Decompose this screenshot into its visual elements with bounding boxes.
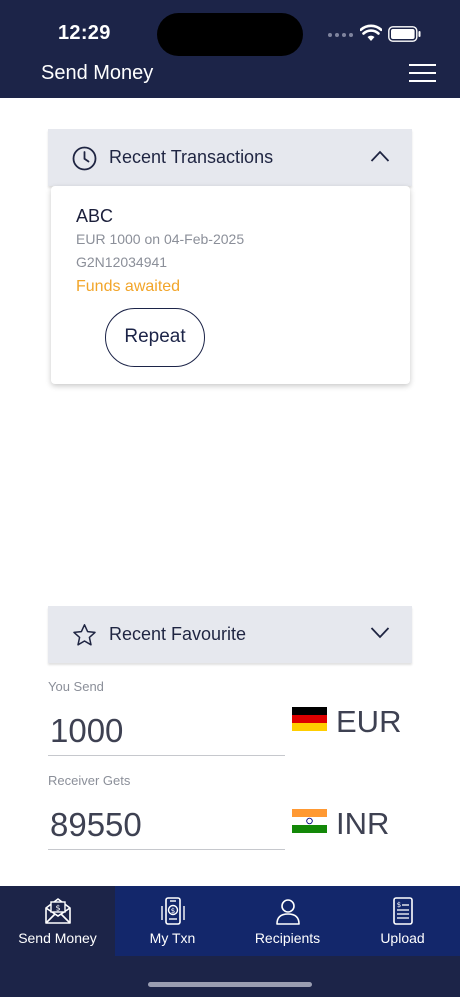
recent-transactions-title: Recent Transactions <box>109 147 274 167</box>
nav-send-money[interactable]: $ Send Money <box>0 886 115 956</box>
recent-favourite-title: Recent Favourite <box>109 624 247 644</box>
envelope-money-icon: $ <box>44 898 71 924</box>
nav-recipients-label: Recipients <box>254 930 321 946</box>
germany-flag-icon <box>292 707 327 731</box>
transaction-recipient-name: ABC <box>76 206 114 226</box>
home-indicator <box>148 982 312 987</box>
svg-text:$: $ <box>170 907 174 915</box>
page-title: Send Money <box>41 62 154 84</box>
nav-upload[interactable]: $ Upload <box>345 886 460 956</box>
app-header: 12:29 Send Money <box>0 0 460 98</box>
nav-my-txn-label: My Txn <box>149 930 196 946</box>
recent-transactions-header[interactable]: Recent Transactions <box>48 129 412 186</box>
svg-text:$: $ <box>396 901 400 909</box>
nav-my-txn[interactable]: $ My Txn <box>115 886 230 956</box>
you-send-label: You Send <box>48 679 104 694</box>
send-amount-input[interactable] <box>48 706 285 756</box>
repeat-button[interactable]: Repeat <box>105 308 205 367</box>
wifi-icon <box>360 24 382 41</box>
status-icons <box>328 24 428 46</box>
hamburger-menu-icon[interactable] <box>404 60 440 86</box>
chevron-up-icon[interactable] <box>370 149 390 163</box>
status-time: 12:29 <box>58 22 111 44</box>
bottom-navigation: $ Send Money $ My Txn Recipients $ Uploa… <box>0 886 460 997</box>
send-currency-code: EUR <box>336 704 402 739</box>
transaction-summary: EUR 1000 on 04-Feb-2025 <box>76 231 245 247</box>
dynamic-island <box>157 13 303 56</box>
transaction-card: ABC EUR 1000 on 04-Feb-2025 G2N12034941 … <box>51 186 410 384</box>
receive-amount-input[interactable] <box>48 800 285 850</box>
recent-favourite-header[interactable]: Recent Favourite <box>48 606 412 663</box>
transaction-reference: G2N12034941 <box>76 254 168 270</box>
clock-icon <box>72 146 97 171</box>
battery-icon <box>388 26 421 42</box>
india-flag-icon <box>292 809 327 833</box>
transaction-status: Funds awaited <box>76 278 181 295</box>
chevron-down-icon[interactable] <box>370 626 390 640</box>
document-icon: $ <box>392 897 413 925</box>
receiver-gets-label: Receiver Gets <box>48 773 131 788</box>
phone-money-icon: $ <box>160 897 185 925</box>
svg-text:$: $ <box>55 904 60 913</box>
nav-send-money-label: Send Money <box>18 930 97 946</box>
person-icon <box>275 899 300 925</box>
signal-icon <box>328 33 354 37</box>
star-icon <box>73 624 96 646</box>
nav-recipients[interactable]: Recipients <box>230 886 345 956</box>
receive-currency-code: INR <box>336 806 390 841</box>
nav-upload-label: Upload <box>380 930 425 946</box>
